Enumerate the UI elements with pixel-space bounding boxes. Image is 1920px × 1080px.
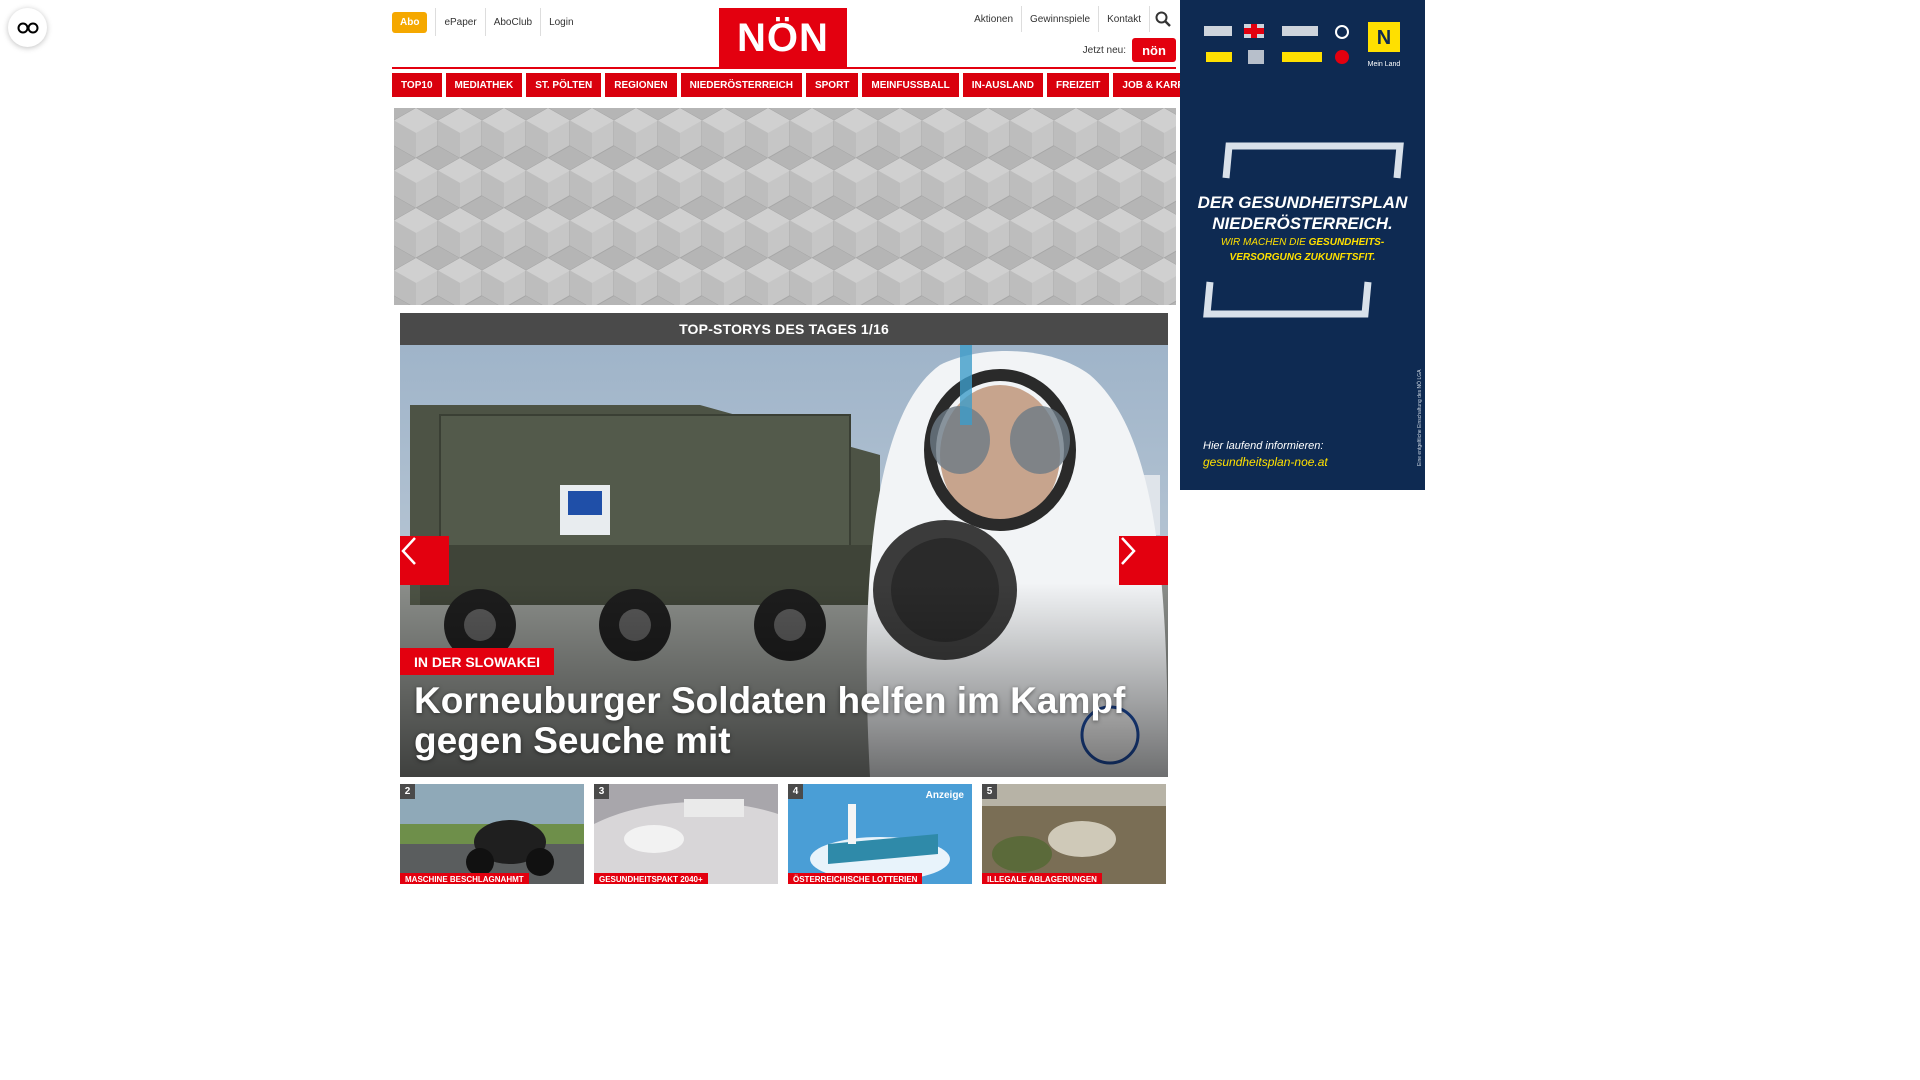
side-ad-url[interactable]: gesundheitsplan-noe.at — [1203, 455, 1328, 469]
side-ad-subtitle: WIR MACHEN DIE GESUNDHEITS- VERSORGUNG Z… — [1180, 235, 1425, 265]
side-ad-title-line: DER GESUNDHEITSPLAN — [1197, 193, 1408, 212]
chevron-left-icon — [401, 537, 416, 565]
nav-item-sport[interactable]: SPORT — [805, 73, 859, 97]
page-container: Abo ePaper AboClub Login NÖN Aktionen Ge… — [392, 0, 1217, 884]
app-badge[interactable]: nön — [1132, 38, 1176, 62]
advertisement-label: Anzeige — [925, 790, 964, 801]
slider-next-button[interactable] — [1119, 536, 1168, 585]
side-ad-title: DER GESUNDHEITSPLAN NIEDERÖSTERREICH. — [1180, 192, 1425, 234]
thumbnail-number: 3 — [594, 784, 609, 799]
side-ad-subtitle-text: VERSORGUNG ZUKUNFTSFIT. — [1229, 252, 1376, 263]
nav-item-meinfussball[interactable]: MEINFUSSBALL — [862, 73, 959, 97]
side-ad-info: Hier laufend informieren: — [1203, 440, 1324, 452]
thumbnail-image — [982, 784, 1166, 884]
hero-headline[interactable]: Korneuburger Soldaten helfen im Kampf ge… — [414, 681, 1134, 761]
nav-item-niederoesterreich[interactable]: NIEDERÖSTERREICH — [680, 73, 802, 97]
ad-placeholder-banner — [394, 108, 1176, 305]
side-advertisement[interactable]: N Mein Land DER GESUNDHEITSPLAN NIEDERÖS… — [1180, 0, 1425, 490]
svg-text:Eine entgeltliche Einschaltung: Eine entgeltliche Einschaltung des NÖ LG… — [1416, 369, 1423, 466]
nav-item-freizeit[interactable]: FREIZEIT — [1046, 73, 1110, 97]
site-logo[interactable]: NÖN — [719, 8, 847, 68]
login-link[interactable]: Login — [540, 8, 581, 36]
nav-item-regionen[interactable]: REGIONEN — [605, 73, 677, 97]
meta-nav-left: Abo ePaper AboClub Login — [392, 8, 582, 36]
aboclub-link[interactable]: AboClub — [484, 8, 540, 36]
header-divider — [392, 67, 1176, 69]
thumbnail-story[interactable]: 2 MASCHINE BESCHLAGNAHMT — [400, 784, 584, 884]
thumbnail-tag: ÖSTERREICHISCHE LOTTERIEN — [788, 873, 923, 884]
side-ad-subtitle-highlight: GESUNDHEITS- — [1308, 237, 1385, 248]
thumbnail-story[interactable]: 4 Anzeige ÖSTERREICHISCHE LOTTERIEN — [788, 784, 972, 884]
main-nav: TOP10 MEDIATHEK ST. PÖLTEN REGIONEN NIED… — [392, 73, 1217, 97]
thumbnail-tag: ILLEGALE ABLAGERUNGEN — [982, 873, 1102, 884]
site-header: Abo ePaper AboClub Login NÖN Aktionen Ge… — [392, 0, 1217, 97]
thumbnail-number: 4 — [788, 784, 803, 799]
nav-item-in-ausland[interactable]: IN-AUSLAND — [962, 73, 1043, 97]
thumbnail-number: 2 — [400, 784, 415, 799]
glasses-icon — [17, 22, 38, 33]
nav-item-top10[interactable]: TOP10 — [392, 73, 442, 97]
app-promo: Jetzt neu: nön — [1083, 38, 1176, 62]
epaper-link[interactable]: ePaper — [435, 8, 484, 36]
side-ad-vertical-note: Eine entgeltliche Einschaltung des NÖ LG… — [1416, 369, 1423, 466]
kontakt-link[interactable]: Kontakt — [1099, 6, 1150, 32]
thumbnail-tag: MASCHINE BESCHLAGNAHMT — [400, 873, 529, 884]
search-icon[interactable] — [1150, 6, 1176, 32]
slider-prev-button[interactable] — [400, 536, 449, 585]
top-stories-header: TOP-STORYS DES TAGES 1/16 — [400, 313, 1168, 345]
hero-story[interactable]: IN DER SLOWAKEI Korneuburger Soldaten he… — [400, 345, 1168, 777]
abo-button[interactable]: Abo — [392, 11, 428, 33]
thumbnail-image — [594, 784, 778, 884]
accessibility-button[interactable] — [8, 8, 47, 47]
hex-pattern-background — [394, 108, 1176, 305]
nav-item-st-poelten[interactable]: ST. PÖLTEN — [526, 73, 602, 97]
side-ad-subtitle-text: WIR MACHEN DIE — [1220, 237, 1309, 248]
thumbnail-story[interactable]: 3 GESUNDHEITSPAKT 2040+ — [594, 784, 778, 884]
hero-kicker-badge: IN DER SLOWAKEI — [400, 648, 555, 675]
meta-nav-right: Aktionen Gewinnspiele Kontakt — [966, 6, 1176, 32]
side-ad-title-line: NIEDERÖSTERREICH. — [1212, 214, 1393, 233]
thumbnail-tag: GESUNDHEITSPAKT 2040+ — [594, 873, 708, 884]
top-stories-slider: TOP-STORYS DES TAGES 1/16 IN DER SLOWAKE… — [400, 313, 1168, 777]
thumbnail-image — [400, 784, 584, 884]
gewinnspiele-link[interactable]: Gewinnspiele — [1022, 6, 1100, 32]
thumbnail-story[interactable]: 5 ILLEGALE ABLAGERUNGEN — [982, 784, 1166, 884]
aktionen-link[interactable]: Aktionen — [966, 6, 1023, 32]
chevron-right-icon — [1121, 537, 1136, 565]
nav-item-mediathek[interactable]: MEDIATHEK — [445, 73, 523, 97]
story-thumbnails: 2 MASCHINE BESCHLAGNAHMT 3 GESUNDHEITSPA… — [400, 784, 1168, 884]
thumbnail-number: 5 — [982, 784, 997, 799]
jetzt-neu-label: Jetzt neu: — [1082, 44, 1126, 56]
